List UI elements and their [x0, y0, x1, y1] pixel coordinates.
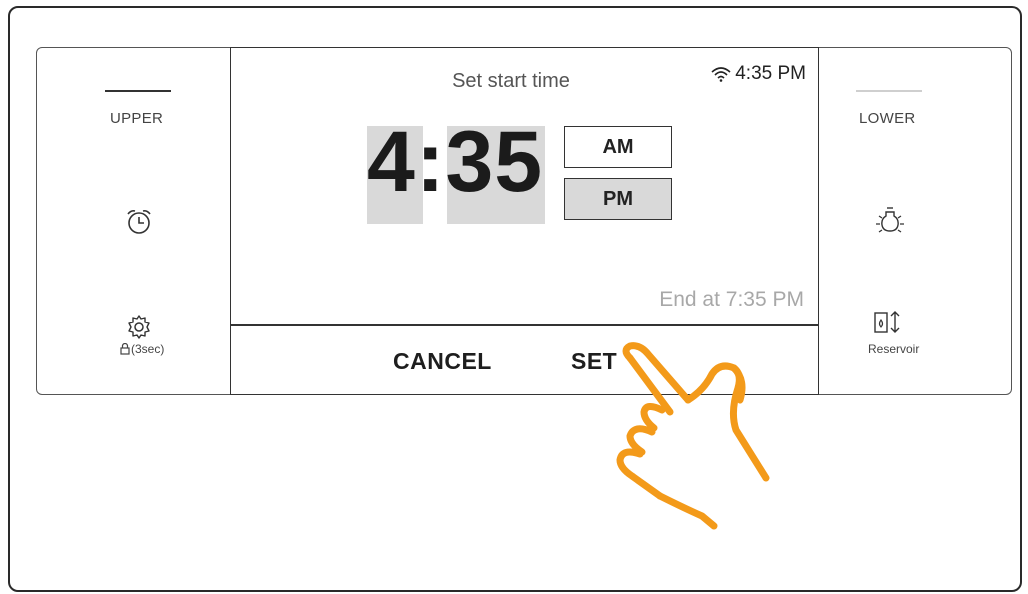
- cancel-button[interactable]: CANCEL: [393, 348, 492, 375]
- screen-title: Set start time: [452, 70, 570, 92]
- reservoir-icon[interactable]: [873, 310, 907, 336]
- lower-indicator-bar: [856, 90, 922, 92]
- status-time: 4:35 PM: [735, 63, 806, 84]
- lower-label: LOWER: [859, 110, 916, 127]
- lock-icon: [120, 343, 130, 355]
- time-value: 4:35: [367, 114, 544, 210]
- gear-icon[interactable]: [125, 313, 153, 341]
- wifi-icon: [711, 67, 731, 82]
- light-bulb-icon[interactable]: [875, 206, 905, 238]
- upper-indicator-bar: [105, 90, 171, 92]
- status-bar: 4:35 PM: [711, 63, 806, 85]
- screen-divider: [231, 324, 818, 326]
- lower-oven-column: LOWER Reservoir: [818, 48, 1011, 394]
- lock-caption: (3sec): [131, 342, 165, 356]
- pm-button[interactable]: PM: [564, 178, 672, 220]
- alarm-clock-icon[interactable]: [125, 208, 153, 236]
- am-button[interactable]: AM: [564, 126, 672, 168]
- tap-hand-icon: [616, 342, 770, 530]
- upper-label: UPPER: [110, 110, 164, 127]
- control-panel: UPPER (3sec) Set start time 4:35 PM 4:35…: [36, 47, 1012, 395]
- upper-oven-column: UPPER (3sec): [37, 48, 230, 394]
- reservoir-label: Reservoir: [868, 342, 920, 356]
- end-time-text: End at 7:35 PM: [659, 288, 804, 311]
